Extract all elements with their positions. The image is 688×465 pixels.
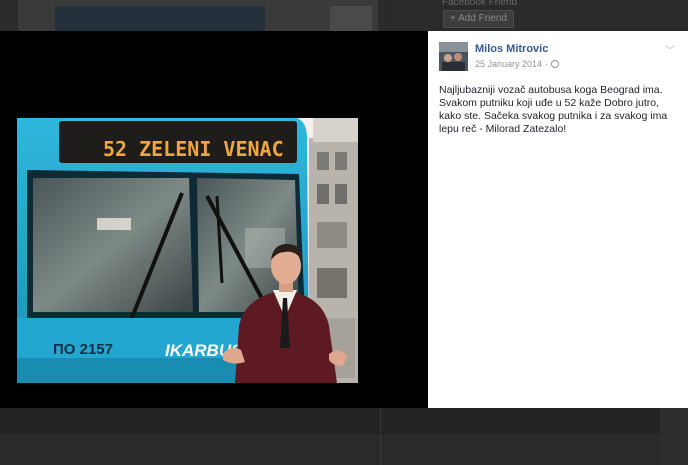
background-card-image	[55, 6, 265, 31]
add-friend-button[interactable]: + Add Friend	[443, 10, 514, 28]
bus-driver-photo[interactable]: 52 ZELENI VENAC ПО 2157 IKARBUS	[17, 118, 358, 383]
background-bottom-strip	[0, 434, 660, 465]
add-friend-label: Add Friend	[458, 13, 507, 24]
globe-icon	[551, 60, 560, 68]
photo-viewer[interactable]: 52 ZELENI VENAC ПО 2157 IKARBUS	[0, 31, 428, 408]
author-avatar[interactable]	[439, 42, 468, 71]
chevron-down-icon[interactable]: ﹀	[665, 42, 675, 57]
add-friend-icon: +	[450, 13, 459, 24]
photo-theater-page: Facebook Friend + Add Friend 52 ZELENI V…	[0, 0, 688, 465]
post-meta: 25 January 2014 ·	[475, 59, 560, 69]
meta-separator: ·	[545, 59, 549, 69]
author-name-link[interactable]: Milos Mitrovic	[475, 43, 548, 55]
background-thumbnail	[330, 6, 372, 31]
post-side-panel: Milos Mitrovic 25 January 2014 · ﹀ Najlj…	[428, 31, 688, 408]
post-date-link[interactable]: 25 January 2014	[475, 59, 542, 69]
background-friend-name: Facebook Friend	[442, 0, 518, 8]
background-right-edge	[660, 408, 688, 465]
background-right-column	[388, 0, 688, 31]
bus-sign-text: 52 ZELENI VENAC	[103, 137, 284, 161]
background-divider	[380, 408, 381, 465]
bus-plate-text: ПО 2157	[53, 341, 113, 358]
post-text: Najljubazniji vozač autobusa koga Beogra…	[439, 84, 668, 135]
